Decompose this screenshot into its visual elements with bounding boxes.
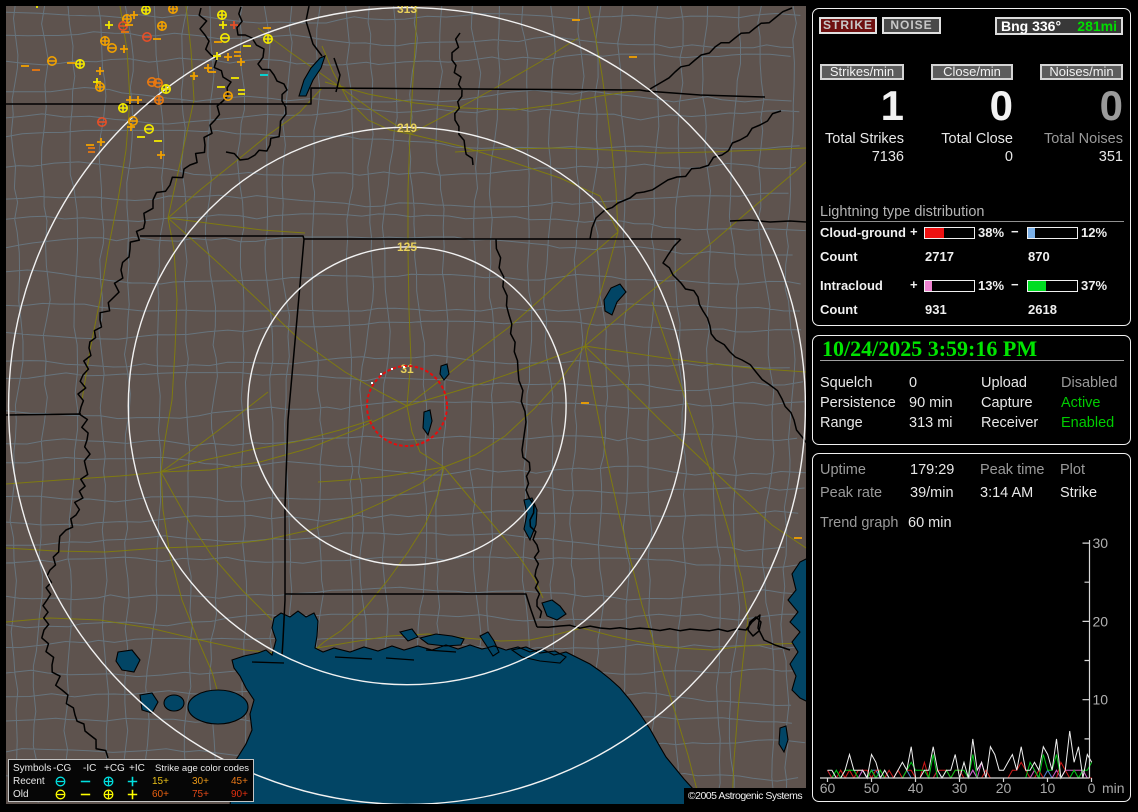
svg-text:10: 10 [1040,780,1056,796]
svg-text:20: 20 [1093,613,1109,629]
svg-text:60: 60 [820,780,836,796]
svg-text:30: 30 [1093,535,1109,551]
svg-text:40: 40 [908,780,924,796]
svg-text:10: 10 [1093,692,1109,708]
svg-text:50: 50 [864,780,880,796]
svg-text:min: min [1102,780,1125,796]
svg-text:20: 20 [996,780,1012,796]
svg-text:0: 0 [1088,780,1096,796]
svg-text:30: 30 [952,780,968,796]
